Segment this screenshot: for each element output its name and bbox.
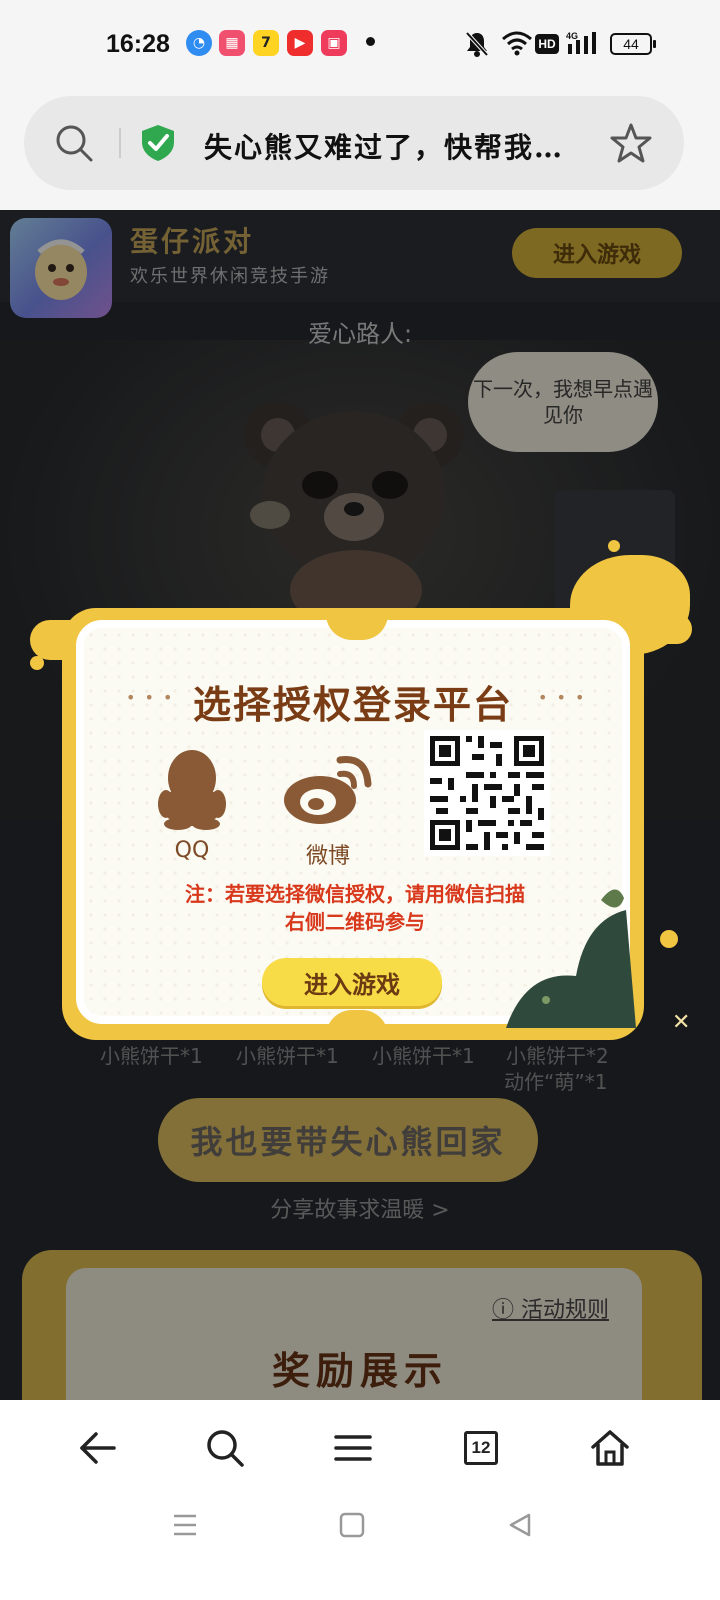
weibo-label: 微博: [305, 844, 350, 869]
browser-bottom-nav: 12: [0, 1400, 720, 1600]
browser-app-icon: ◔: [186, 30, 212, 56]
back-arrow-icon: [80, 1432, 116, 1464]
svg-text:4G: 4G: [566, 31, 578, 41]
battery-indicator: 44: [610, 33, 652, 55]
battery-tip: [653, 40, 656, 48]
splash-dot: [608, 540, 620, 552]
home-icon: [591, 1430, 629, 1466]
weibo-icon: [284, 756, 372, 824]
wifi-icon: [502, 31, 532, 56]
address-divider: [119, 128, 121, 158]
video-app-icon: ▦: [219, 30, 245, 56]
search-icon[interactable]: [54, 123, 94, 163]
splash-dot: [30, 656, 44, 670]
weibo-login-option[interactable]: 微博: [280, 746, 376, 869]
youtube-app-icon: ▶: [287, 30, 313, 56]
system-recents-button[interactable]: [165, 1505, 205, 1545]
splash-decoration: [646, 614, 692, 644]
qq-label: QQ: [174, 838, 210, 863]
page-title[interactable]: 失心熊又难过了，快帮我…: [204, 126, 574, 166]
notification-dot: [366, 37, 375, 46]
square-icon: [339, 1512, 365, 1538]
notice-line: 右侧二维码参与: [285, 910, 425, 934]
player-app-icon: ▣: [321, 30, 347, 56]
tencent-video-icon: 7: [253, 30, 279, 56]
home-button[interactable]: [580, 1418, 640, 1478]
hd-badge: HD: [535, 34, 559, 54]
qq-penguin-icon: [158, 750, 226, 830]
triangle-back-icon: [509, 1513, 531, 1537]
wechat-notice: 注：若要选择微信授权，请用微信扫描 右侧二维码参与: [0, 880, 710, 936]
address-bar[interactable]: 失心熊又难过了，快帮我…: [24, 96, 684, 190]
tabs-button[interactable]: 12: [451, 1418, 511, 1478]
web-page: 蛋仔派对 欢乐世界休闲竞技手游 进入游戏 爱心路人: 下一次，我想早点遇见你 小…: [0, 210, 720, 1400]
shield-check-icon: [142, 125, 174, 161]
status-time: 16:28: [106, 30, 170, 58]
system-home-button[interactable]: [332, 1505, 372, 1545]
search-button[interactable]: [195, 1418, 255, 1478]
modal-title: 选择授权登录平台: [192, 683, 513, 727]
title-decoration-right: • • •: [538, 688, 587, 707]
signal-icon: 4G: [566, 31, 596, 54]
back-button[interactable]: [68, 1418, 128, 1478]
menu-button[interactable]: [323, 1418, 383, 1478]
close-icon[interactable]: ✕: [672, 1010, 690, 1035]
menu-icon: [334, 1435, 372, 1461]
system-back-button[interactable]: [500, 1505, 540, 1545]
status-bar: 16:28 ◔ ▦ 7 ▶ ▣ HD 4G 44: [0, 0, 720, 92]
browser-toolbar: 失心熊又难过了，快帮我…: [0, 92, 720, 210]
notice-line: 注：若要选择微信授权，请用微信扫描: [185, 882, 525, 906]
wechat-qr-code: [424, 730, 550, 856]
qq-login-option[interactable]: QQ: [152, 746, 232, 866]
modal-enter-game-button[interactable]: 进入游戏: [262, 958, 442, 1006]
recents-icon: [174, 1514, 196, 1536]
bell-muted-icon: [465, 31, 489, 57]
bookmark-star-icon[interactable]: [610, 122, 652, 164]
search-icon: [207, 1430, 244, 1467]
tabs-icon: 12: [464, 1431, 498, 1465]
